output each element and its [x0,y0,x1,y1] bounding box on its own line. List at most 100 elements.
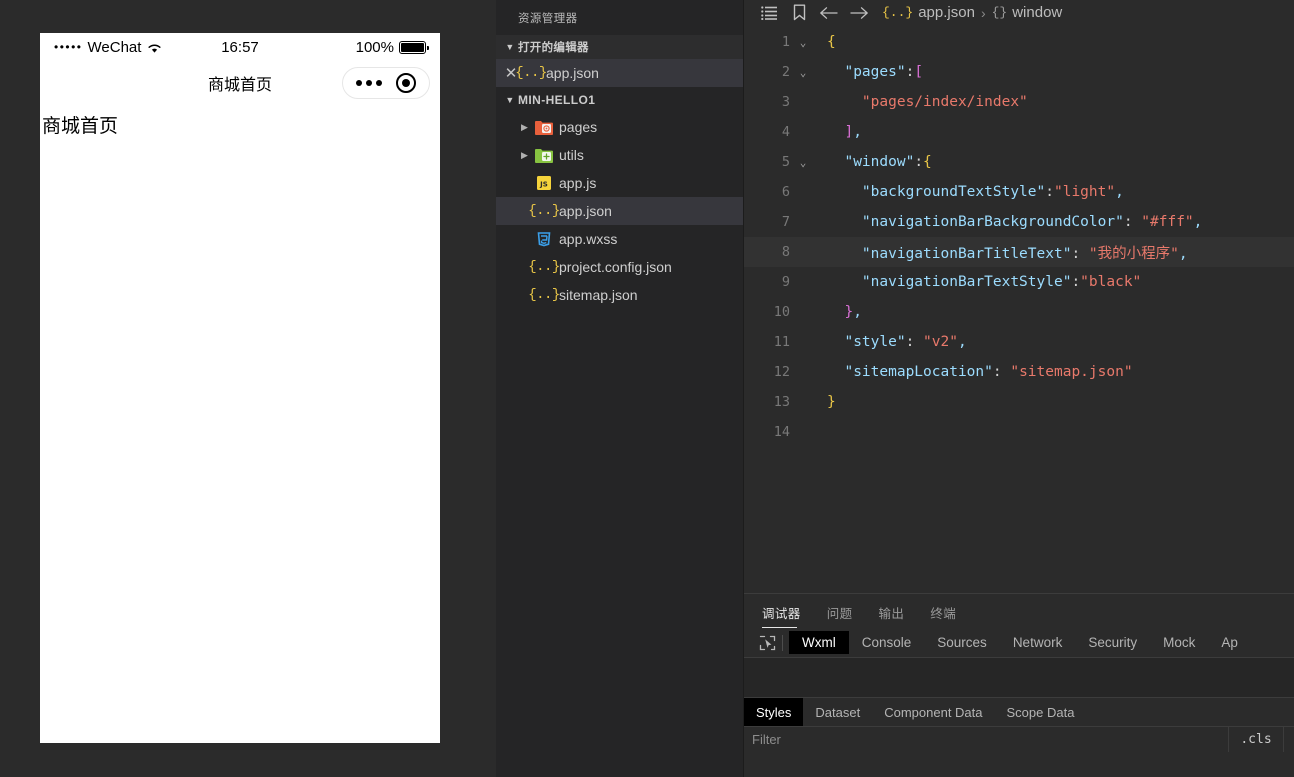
phone-nav-bar: 商城首页 [40,61,440,105]
code-line-14[interactable]: 14 [744,417,1294,447]
project-root-label: MIN-HELLO1 [518,93,596,107]
status-bar-right: 100% [356,39,429,56]
code-line-7[interactable]: 7 "navigationBarBackgroundColor": "#fff"… [744,207,1294,237]
tree-item-sitemap-json[interactable]: {..} sitemap.json [496,281,743,309]
code-line-11[interactable]: 11 "style": "v2", [744,327,1294,357]
breadcrumb: {..} app.json › {} window [744,0,1294,25]
filter-input[interactable] [744,727,1229,752]
styles-tab-styles[interactable]: Styles [744,698,804,726]
devtools-tab-appdata[interactable]: Ap [1208,631,1251,654]
code-line-3[interactable]: 3 "pages/index/index" [744,87,1294,117]
devtools-tab-sources[interactable]: Sources [924,631,1000,654]
more-dots-icon[interactable] [356,80,382,86]
code-line-1[interactable]: 1 ⌄ { [744,27,1294,57]
code-line-4[interactable]: 4 ], [744,117,1294,147]
styles-tab-component-data[interactable]: Component Data [872,698,994,726]
json-file-icon: {..} [882,5,914,20]
devtools-tab-mock[interactable]: Mock [1150,631,1208,654]
tree-item-label: app.json [559,203,612,219]
line-number: 14 [773,424,790,440]
line-number: 7 [781,214,790,230]
panel-tab-problems[interactable]: 问题 [827,603,863,628]
fold-chevron-icon[interactable]: ⌄ [790,36,816,49]
line-number: 5 [781,154,790,170]
panel-tab-debugger[interactable]: 调试器 [762,603,811,628]
chevron-down-icon[interactable]: ▼ [502,42,518,52]
panel-tab-bar: 调试器 问题 输出 终端 [744,594,1294,628]
fold-chevron-icon[interactable]: ⌄ [790,66,816,79]
carrier-label: WeChat [87,38,142,56]
devtools-tab-wxml[interactable]: Wxml [789,631,849,654]
code-line-9[interactable]: 9 "navigationBarTextStyle":"black" [744,267,1294,297]
line-number: 6 [781,184,790,200]
file-explorer-sidebar: 资源管理器 ▼ 打开的编辑器 ✕ {..} app.json ▼ MIN-HEL… [496,0,744,777]
arrow-right-icon[interactable] [844,1,874,25]
chevron-right-icon[interactable]: ▶ [516,122,533,133]
object-node-icon: {} [991,5,1008,20]
open-editors-label: 打开的编辑器 [518,42,589,54]
code-line-13[interactable]: 13 } [744,387,1294,417]
phone-simulator[interactable]: ••••• WeChat 16:57 100% 商城首页 商城首页 [40,33,440,743]
open-editors-header[interactable]: ▼ 打开的编辑器 [496,35,743,59]
code-text: "pages":[ [827,64,924,80]
breadcrumb-node[interactable]: {} window [992,4,1063,21]
app-window: ••••• WeChat 16:57 100% 商城首页 商城首页 资源管理器 … [0,0,1294,777]
phone-page-body: 商城首页 [40,105,440,743]
project-root-header[interactable]: ▼ MIN-HELLO1 [496,87,743,113]
tree-item-label: pages [559,119,598,135]
arrow-left-icon[interactable] [814,1,844,25]
wxml-tree-content[interactable] [744,658,1294,698]
element-picker-icon[interactable] [754,633,780,653]
code-line-2[interactable]: 2 ⌄ "pages":[ [744,57,1294,87]
code-text: { [827,34,836,50]
wechat-capsule-button[interactable] [342,67,430,99]
list-outline-icon[interactable] [754,1,784,25]
bookmark-icon[interactable] [784,1,814,25]
cls-button[interactable]: .cls [1229,727,1284,752]
chevron-right-icon[interactable]: ▶ [516,150,533,161]
code-editor[interactable]: 1 ⌄ { 2 ⌄ "pages":[ 3 "pages/index/index… [744,25,1294,593]
code-text: "backgroundTextStyle":"light", [827,184,1124,200]
tree-item-pages[interactable]: ▶ pages [496,113,743,141]
bottom-panel: 调试器 问题 输出 终端 Wxml Console Sources Networ… [744,593,1294,777]
tree-item-app-json[interactable]: {..} app.json [496,197,743,225]
tab-divider [782,634,783,651]
breadcrumb-file-label: app.json [918,4,975,21]
tree-item-project-config-json[interactable]: {..} project.config.json [496,253,743,281]
devtools-tab-security[interactable]: Security [1075,631,1150,654]
styles-tab-scope-data[interactable]: Scope Data [995,698,1087,726]
code-line-8[interactable]: 8 "navigationBarTitleText": "我的小程序", [744,237,1294,267]
code-line-6[interactable]: 6 "backgroundTextStyle":"light", [744,177,1294,207]
open-editor-item-app-json[interactable]: ✕ {..} app.json [496,59,743,87]
panel-tab-terminal[interactable]: 终端 [930,603,966,628]
status-bar-left: ••••• WeChat [54,39,162,56]
devtools-tab-network[interactable]: Network [1000,631,1076,654]
svg-text:JS: JS [539,181,548,189]
code-text: }, [827,304,862,320]
tree-item-app-js[interactable]: JS app.js [496,169,743,197]
code-text: "navigationBarBackgroundColor": "#fff", [827,214,1203,230]
fold-chevron-icon[interactable]: ⌄ [790,156,816,169]
line-number: 12 [773,364,790,380]
styles-tab-bar: Styles Dataset Component Data Scope Data [744,698,1294,726]
target-circle-icon[interactable] [396,73,416,93]
signal-dots-icon: ••••• [54,40,83,54]
breadcrumb-file[interactable]: {..} app.json [882,4,975,21]
json-file-icon: {..} [528,259,560,275]
wifi-icon [147,41,162,53]
phone-status-bar: ••••• WeChat 16:57 100% [40,33,440,61]
filter-row-tail [1284,727,1294,752]
code-line-12[interactable]: 12 "sitemapLocation": "sitemap.json" [744,357,1294,387]
panel-tab-output[interactable]: 输出 [879,603,915,628]
open-editor-item-label: app.json [546,65,599,81]
tree-item-app-wxss[interactable]: app.wxss [496,225,743,253]
code-line-5[interactable]: 5 ⌄ "window":{ [744,147,1294,177]
chevron-down-icon[interactable]: ▼ [502,95,518,105]
code-line-10[interactable]: 10 }, [744,297,1294,327]
line-number: 8 [781,244,790,260]
tree-item-utils[interactable]: ▶ utils [496,141,743,169]
styles-tab-dataset[interactable]: Dataset [803,698,872,726]
code-text: "window":{ [827,154,932,170]
devtools-tab-console[interactable]: Console [849,631,925,654]
simulator-pane: ••••• WeChat 16:57 100% 商城首页 商城首页 [0,0,496,777]
